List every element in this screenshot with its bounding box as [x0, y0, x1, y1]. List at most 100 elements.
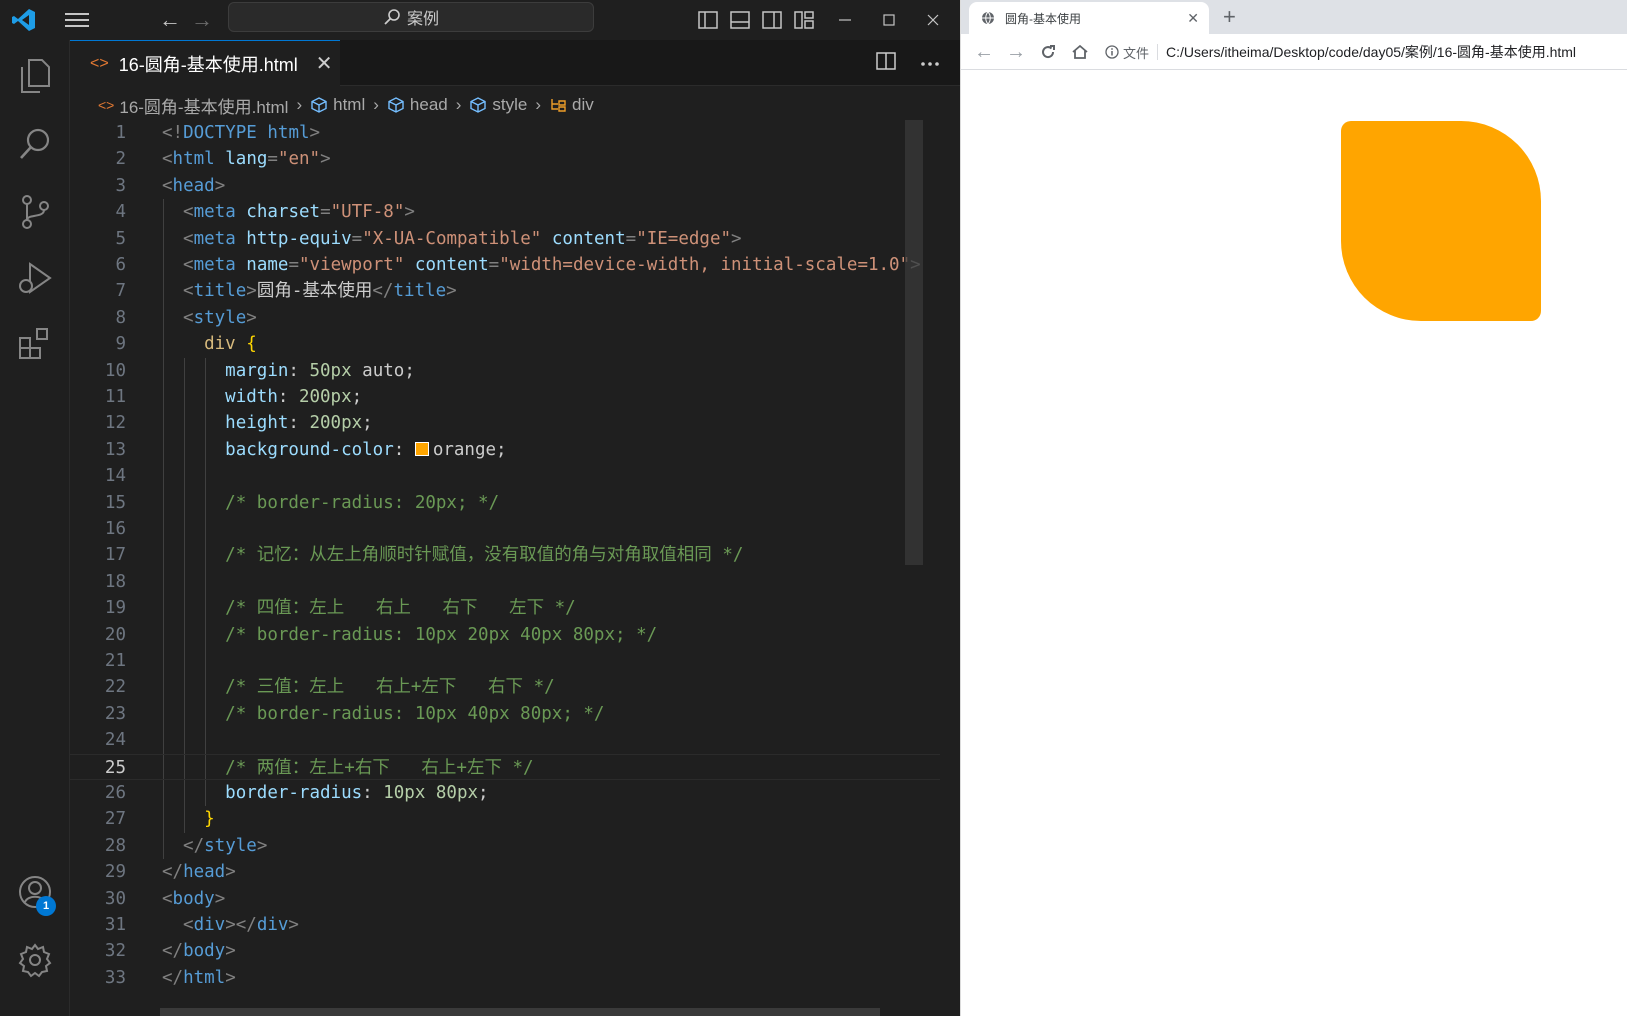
toggle-panel-icon[interactable] — [727, 0, 753, 40]
settings-gear-icon[interactable] — [0, 930, 70, 990]
code-line[interactable]: 1 <!DOCTYPE html> — [70, 120, 940, 146]
code-line[interactable]: 24 — [70, 727, 940, 753]
close-icon[interactable] — [918, 0, 948, 40]
back-icon[interactable]: ← — [155, 0, 185, 40]
code-line[interactable]: 26 border-radius: 10px 80px; — [70, 780, 940, 806]
code-line[interactable]: 12 height: 200px; — [70, 410, 940, 436]
command-center-search[interactable]: 案例 — [228, 2, 594, 32]
code-token: orange — [432, 439, 497, 460]
color-swatch[interactable] — [414, 441, 429, 456]
run-debug-icon[interactable] — [0, 248, 70, 308]
code-line[interactable]: 22 /* 三值：左上 右上+左下 右下 */ — [70, 674, 940, 700]
search-icon[interactable] — [0, 114, 70, 174]
code-line[interactable]: 18 — [70, 569, 940, 595]
code-line[interactable]: 19 /* 四值：左上 右上 右下 左下 */ — [70, 595, 940, 621]
code-line[interactable]: 8 <style> — [70, 305, 940, 331]
line-number: 12 — [104, 413, 126, 434]
toggle-secondary-sidebar-icon[interactable] — [759, 0, 785, 40]
address-bar[interactable]: 文件 C:/Users/itheima/Desktop/code/day05/案… — [1105, 38, 1627, 66]
accounts-icon[interactable]: 1 — [0, 862, 70, 922]
code-token: 50px — [309, 360, 352, 381]
code-line[interactable]: 20 /* border-radius: 10px 20px 40px 80px;… — [70, 622, 940, 648]
code-token: </ — [372, 281, 394, 302]
code-line[interactable]: 21 — [70, 648, 940, 674]
code-token: > — [446, 281, 457, 302]
line-code: /* border-radius: 20px; */ — [225, 490, 499, 516]
address-divider — [1157, 44, 1159, 60]
code-line[interactable]: 13 background-color: orange; — [70, 437, 940, 463]
code-line[interactable]: 29 </head> — [70, 859, 940, 885]
editor-horizontal-scrollbar[interactable] — [160, 1008, 880, 1016]
code-line[interactable]: 30 <body> — [70, 886, 940, 912]
breadcrumb-head[interactable]: head — [387, 95, 448, 115]
code-token: html — [267, 123, 310, 143]
code-line[interactable]: 27} — [70, 806, 940, 832]
line-code: background-color: orange; — [225, 437, 506, 463]
code-line[interactable]: 3 <head> — [70, 173, 940, 199]
code-line[interactable]: 15 /* border-radius: 20px; */ — [70, 490, 940, 516]
explorer-icon[interactable] — [0, 46, 70, 106]
breadcrumb-div[interactable]: div — [549, 95, 594, 115]
browser-forward-icon[interactable]: → — [1001, 34, 1031, 70]
code-line[interactable]: 33 </html> — [70, 965, 940, 991]
code-line[interactable]: 11 width: 200px; — [70, 384, 940, 410]
code-line[interactable]: 6 <meta name="viewport" content="width=de… — [70, 252, 940, 278]
code-line[interactable]: 16 — [70, 516, 940, 542]
code-editor[interactable]: 1 <!DOCTYPE html> 2 <html lang="en"> 3 <head>… — [70, 120, 960, 1016]
maximize-icon[interactable] — [874, 0, 904, 40]
code-line[interactable]: 9 div { — [70, 331, 940, 357]
reload-icon[interactable] — [1033, 34, 1063, 70]
toggle-primary-sidebar-icon[interactable] — [695, 0, 721, 40]
browser-tab[interactable]: 圆角-基本使用 ✕ — [969, 2, 1209, 34]
split-editor-icon[interactable] — [876, 51, 896, 75]
code-token: > — [225, 941, 236, 962]
extensions-icon[interactable] — [0, 314, 70, 374]
customize-layout-icon[interactable] — [791, 0, 817, 40]
menu-icon[interactable] — [60, 0, 94, 40]
code-line[interactable]: 25 /* 两值：左上+右下 右上+左下 */ — [70, 753, 940, 780]
code-token: > — [225, 862, 236, 883]
browser-window: 圆角-基本使用 ✕ + ← → 文件 C:/Users/itheima/Desk… — [960, 0, 1627, 1016]
code-token: < — [162, 149, 173, 170]
code-line[interactable]: 14 — [70, 463, 940, 489]
vscode-window: ← → 案例 1 <> 16-圆角-基本使用.html ✕ <> 16-圆角-基… — [0, 0, 960, 1016]
forward-icon[interactable]: → — [187, 0, 217, 40]
code-token: http-equiv — [246, 228, 352, 249]
code-comment: /* 记忆：从左上角顺时针赋值，没有取值的角与对角取值相同 */ — [225, 545, 744, 566]
line-number: 30 — [104, 888, 126, 909]
code-line[interactable]: 31 <div></div> — [70, 912, 940, 938]
breadcrumb-html[interactable]: html — [310, 95, 365, 115]
code-line[interactable]: 28 </style> — [70, 833, 940, 859]
code-line[interactable]: 5 <meta http-equiv="X-UA-Compatible" cont… — [70, 226, 940, 252]
code-line[interactable]: 17 /* 记忆：从左上角顺时针赋值，没有取值的角与对角取值相同 */ — [70, 542, 940, 568]
source-control-icon[interactable] — [0, 182, 70, 242]
browser-tab-close-icon[interactable]: ✕ — [1187, 10, 1199, 27]
browser-back-icon[interactable]: ← — [969, 34, 999, 70]
tab-active-file[interactable]: <> 16-圆角-基本使用.html ✕ — [70, 40, 340, 86]
editor-vertical-scrollbar[interactable] — [905, 120, 923, 565]
code-line[interactable]: 7 <title>圆角-基本使用</title> — [70, 278, 940, 304]
breadcrumb-file[interactable]: <> 16-圆角-基本使用.html — [98, 93, 288, 118]
new-tab-button[interactable]: + — [1223, 2, 1236, 32]
code-token: body — [172, 888, 215, 909]
minimize-icon[interactable] — [830, 0, 860, 40]
home-icon[interactable] — [1065, 34, 1095, 70]
tab-close-icon[interactable]: ✕ — [316, 51, 333, 76]
code-token: < — [183, 281, 194, 302]
code-line[interactable]: 10 margin: 50px auto; — [70, 358, 940, 384]
code-line[interactable]: 32 </body> — [70, 938, 940, 964]
security-chip[interactable]: 文件 — [1105, 43, 1149, 62]
code-token: > — [288, 915, 299, 935]
code-token: "IE=edge" — [636, 228, 732, 249]
line-code: height: 200px; — [225, 410, 373, 436]
breadcrumb: <> 16-圆角-基本使用.html › html › head › style… — [70, 88, 960, 122]
breadcrumb-style[interactable]: style — [469, 95, 527, 115]
code-line[interactable]: 4 <meta charset="UTF-8"> — [70, 199, 940, 225]
line-code: <title>圆角-基本使用</title> — [183, 278, 457, 304]
code-token: width — [225, 387, 278, 407]
more-actions-icon[interactable] — [920, 54, 940, 72]
code-line[interactable]: 2 <html lang="en"> — [70, 146, 940, 172]
tab-filename: 16-圆角-基本使用.html — [118, 54, 298, 75]
code-line[interactable]: 23 /* border-radius: 10px 40px 80px; */ — [70, 701, 940, 727]
